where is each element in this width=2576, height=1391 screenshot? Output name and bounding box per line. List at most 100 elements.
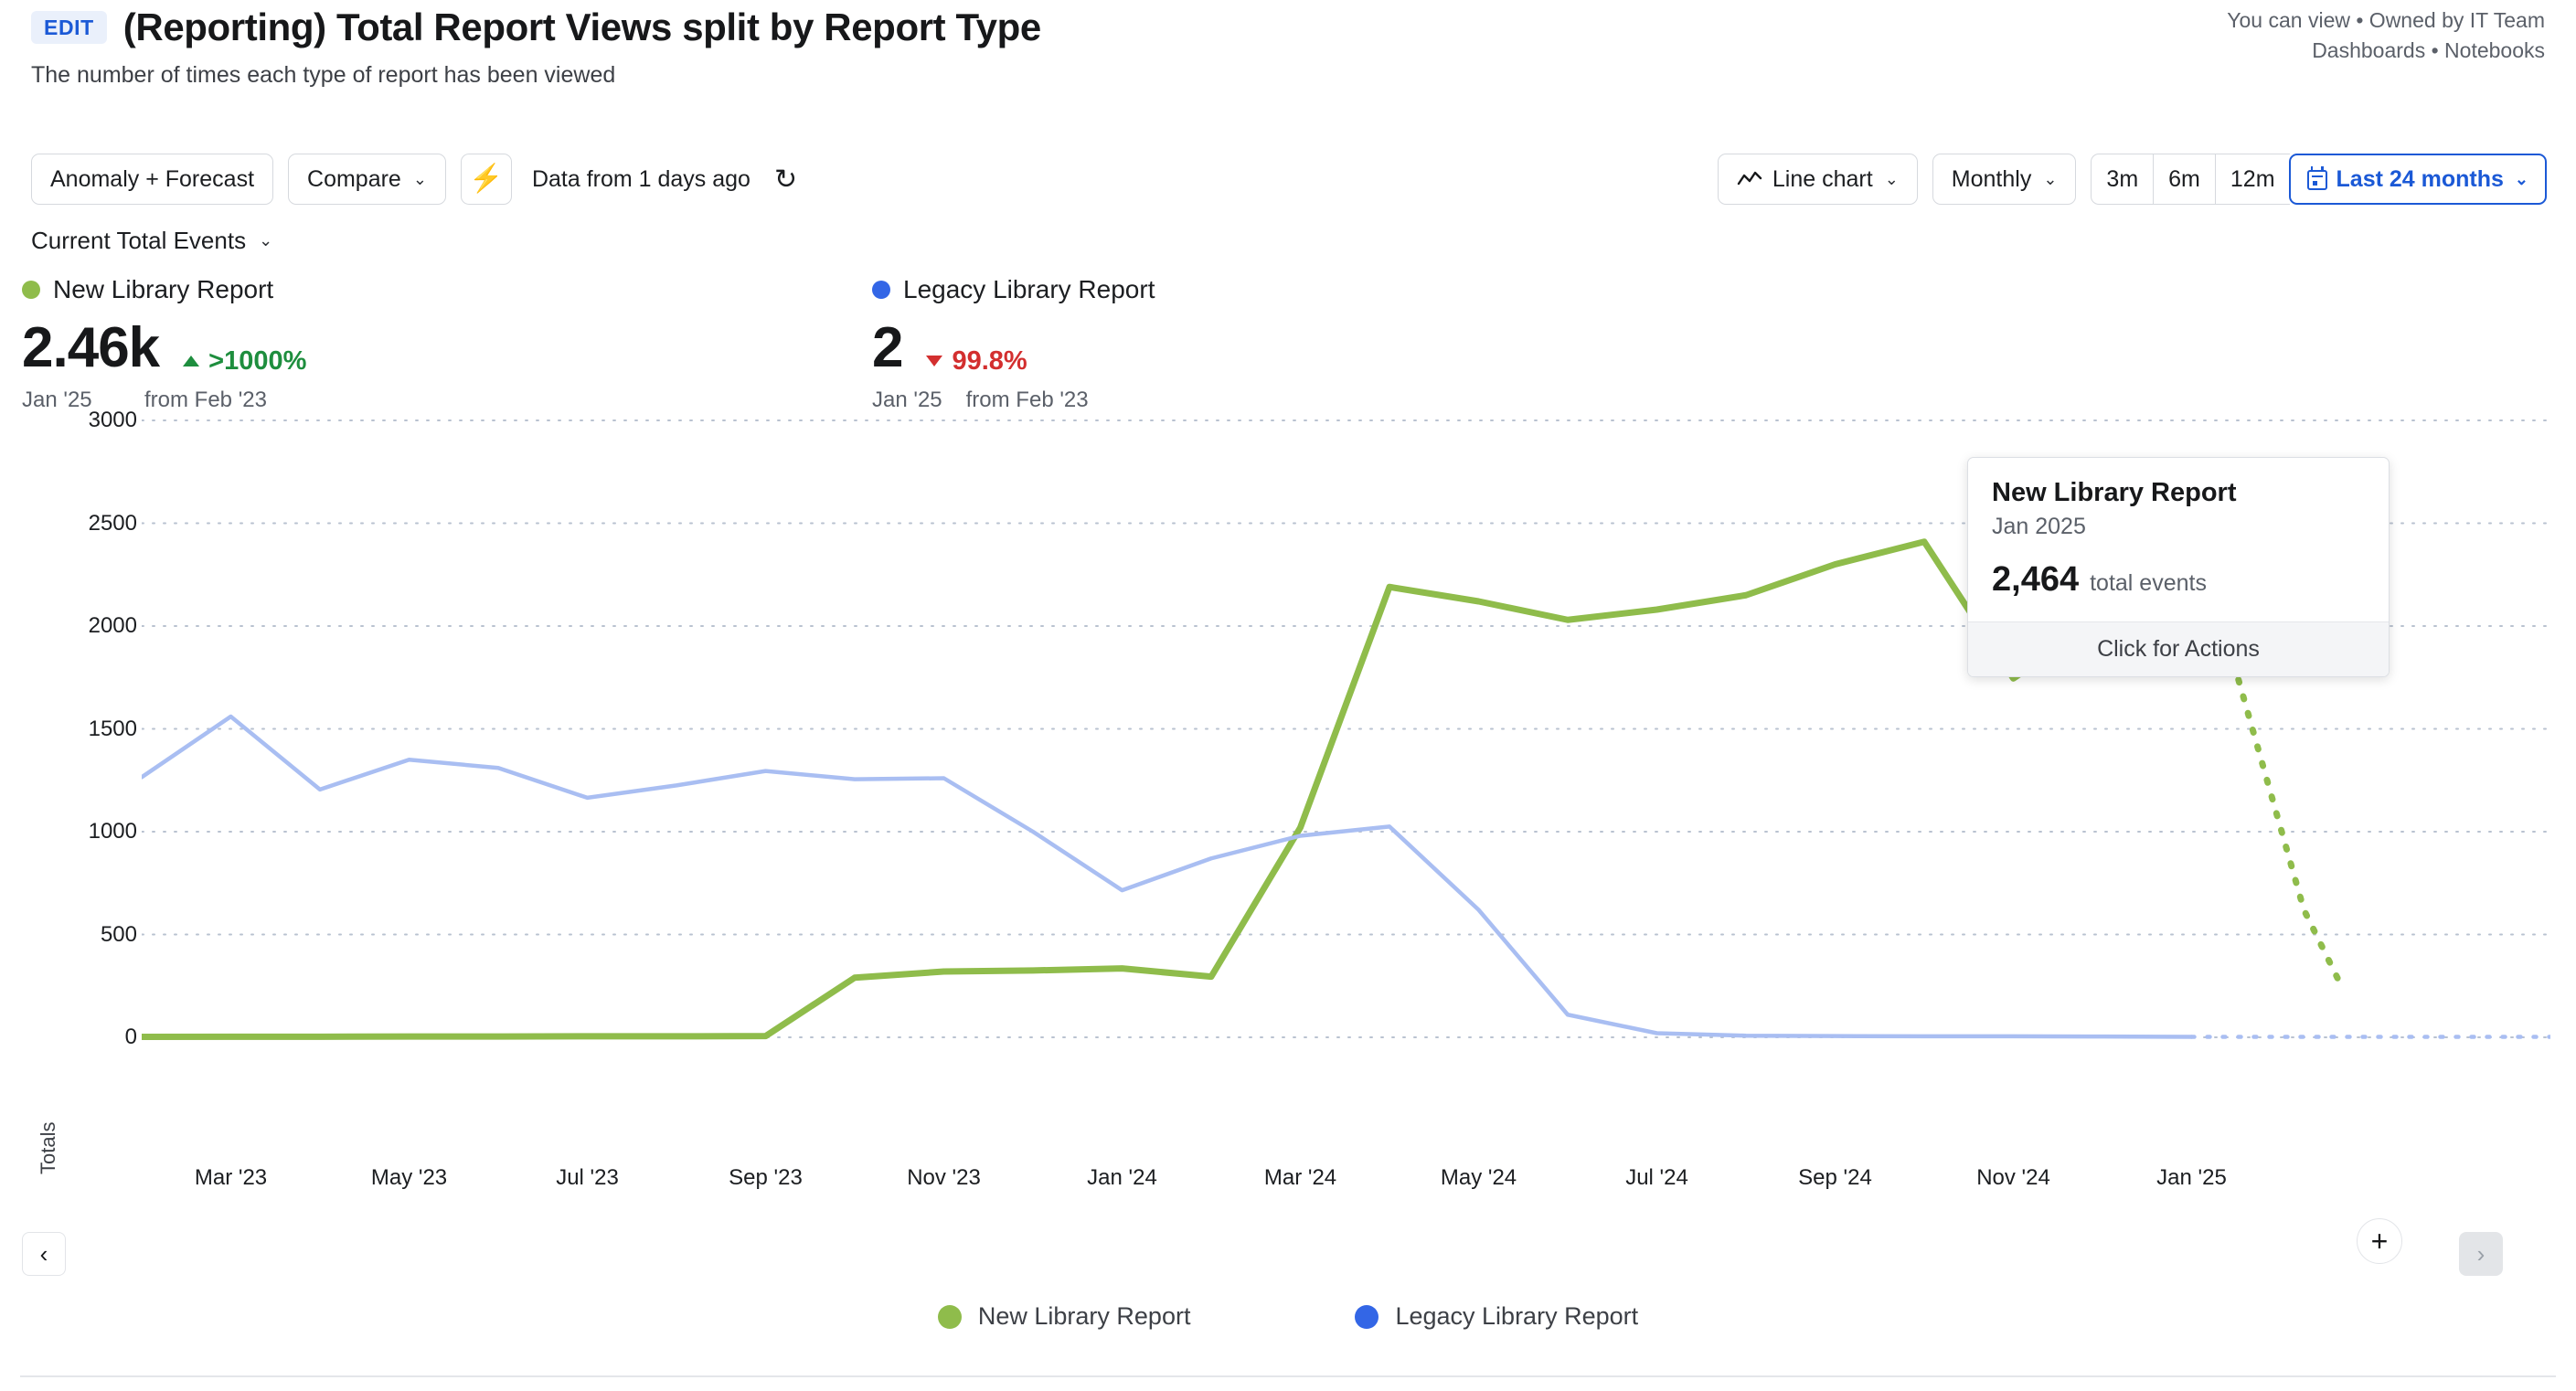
stat-header: Legacy Library Report [872,274,1155,305]
stat-series-name: Legacy Library Report [903,275,1155,303]
stat-compare-period: from Feb '23 [144,388,267,412]
chart-legend: New Library Report Legacy Library Report [0,1302,2576,1331]
series-color-dot [22,281,40,299]
permission-owner-line: You can view • Owned by IT Team [2227,8,2545,32]
y-axis-ticks: 0 500 1000 1500 2000 2500 3000 [18,408,137,1147]
x-axis-tick-label: Sep '24 [1798,1165,1872,1190]
header: EDIT (Reporting) Total Report Views spli… [0,0,2576,119]
stat-body: 2.46k >1000% [22,320,306,377]
stat-card: New Library Report 2.46k >1000% Jan '25 from… [22,274,306,413]
x-axis-tick-label: Jan '24 [1087,1165,1157,1190]
chart-tooltip: New Library Report Jan 2025 2,464 total … [1967,457,2390,677]
x-axis-tick-label: May '24 [1440,1165,1517,1190]
lightning-bolt-icon: ⚡ [469,164,504,194]
stat-delta: 99.8% [926,346,1027,377]
chevron-down-icon: ⌄ [412,169,427,188]
toolbar-right-group: Line chart ⌄ Monthly ⌄ 3m 6m 12m Last 24… [1717,154,2547,205]
range-3m-button[interactable]: 3m [2091,154,2154,205]
time-range-segmented-control: 3m 6m 12m Last 24 months ⌄ [2091,154,2547,205]
x-axis-tick-label: Mar '23 [194,1165,268,1190]
series-line [142,714,2194,1039]
stat-delta-value: 99.8% [952,345,1027,376]
x-axis-tick-label: Mar '24 [1263,1165,1337,1190]
chart-type-dropdown[interactable]: Line chart ⌄ [1717,154,1918,205]
compare-dropdown[interactable]: Compare ⌄ [288,154,446,205]
stat-card: Legacy Library Report 2 99.8% Jan '25 from F… [872,274,1155,413]
x-axis-tick-label: Nov '23 [907,1165,981,1190]
x-axis-ticks: Mar '23 May '23 Jul '23 Sep '23 Nov '23 Jan '… [142,1165,2550,1202]
anomaly-forecast-button[interactable]: Anomaly + Forecast [31,154,274,205]
x-axis-tick-label: Sep '23 [729,1165,803,1190]
data-freshness-label: Data from 1 days ago [531,165,750,192]
chevron-down-icon: ⌄ [2043,169,2058,188]
granularity-label: Monthly [1951,165,2032,192]
metric-dropdown[interactable]: Current Total Events ⌄ [31,227,272,255]
arrow-down-icon [926,356,943,366]
x-axis-tick-label: May '23 [370,1165,448,1190]
stat-delta-value: >1000% [208,345,307,376]
range-last-24-months-button[interactable]: Last 24 months ⌄ [2288,154,2547,205]
legend-item[interactable]: New Library Report [937,1302,1191,1331]
anomaly-forecast-label: Anomaly + Forecast [50,165,255,192]
refresh-icon[interactable]: ↻ [774,164,797,196]
y-axis-tick-label: 1000 [88,819,137,844]
tooltip-value: 2,464 [1992,560,2080,599]
legend-label: Legacy Library Report [1395,1302,1639,1330]
bottom-divider [20,1375,2556,1377]
series-color-dot [872,281,890,299]
toolbar: Anomaly + Forecast Compare ⌄ ⚡ Data from… [0,154,2576,210]
arrow-up-icon [183,356,200,366]
x-axis-tick-label: Jan '25 [2156,1165,2227,1190]
range-12m-button[interactable]: 12m [2214,154,2290,205]
stat-body: 2 99.8% [872,320,1155,377]
edit-button[interactable]: EDIT [31,11,107,44]
metric-label: Current Total Events [31,227,247,254]
legend-color-dot [1355,1304,1379,1329]
ownership-meta: You can view • Owned by IT Team Dashboar… [2227,5,2545,65]
stat-delta: >1000% [183,346,306,377]
dashboard-chart-panel: EDIT (Reporting) Total Report Views spli… [0,0,2576,1391]
chevron-down-icon: ⌄ [2514,169,2528,188]
chevron-down-icon: ⌄ [259,231,273,250]
granularity-dropdown[interactable]: Monthly ⌄ [1932,154,2077,205]
page-title: (Reporting) Total Report Views split by … [122,5,1041,48]
chevron-down-icon: ⌄ [1884,169,1899,188]
compare-label: Compare [307,165,401,192]
calendar-icon [2306,166,2327,190]
breadcrumb: Dashboards • Notebooks [2312,37,2545,62]
tooltip-body: New Library Report Jan 2025 2,464 total … [1968,458,2389,621]
tooltip-unit: total events [2090,570,2207,596]
range-6m-button[interactable]: 6m [2153,154,2215,205]
tooltip-value-row: 2,464 total events [1992,560,2365,600]
x-axis-tick-label: Jul '23 [556,1165,619,1190]
next-page-button: › [2459,1232,2503,1276]
line-chart-icon [1737,171,1762,186]
y-axis-tick-label: 500 [100,921,137,947]
previous-page-button[interactable]: ‹ [22,1232,66,1276]
lightning-bolt-button[interactable]: ⚡ [460,154,512,205]
toolbar-left-group: Anomaly + Forecast Compare ⌄ ⚡ Data from… [31,154,797,205]
y-axis-tick-label: 2000 [88,613,137,638]
legend-color-dot [937,1304,962,1329]
x-axis-tick-label: Jul '24 [1625,1165,1688,1190]
chart-type-label: Line chart [1772,165,1873,192]
y-axis-tick-label: 0 [124,1025,137,1049]
y-axis-tick-label: 2500 [88,510,137,536]
y-axis-tick-label: 1500 [88,716,137,741]
stat-compare-period: from Feb '23 [965,388,1089,412]
tooltip-actions-button[interactable]: Click for Actions [1968,621,2389,676]
stat-value: 2 [872,316,903,379]
series-line [142,527,2195,1041]
stat-period: Jan '25 [872,388,942,412]
tooltip-date: Jan 2025 [1992,514,2086,539]
range-active-label: Last 24 months [2336,165,2504,192]
add-button[interactable]: + [2357,1218,2402,1264]
legend-item[interactable]: Legacy Library Report [1355,1302,1638,1331]
page-subtitle: The number of times each type of report … [31,62,616,88]
stat-value: 2.46k [22,316,160,379]
stat-footer: Jan '25 from Feb '23 [872,388,1155,413]
x-axis-tick-label: Nov '24 [1976,1165,2050,1190]
legend-label: New Library Report [977,1302,1191,1330]
title-row: EDIT (Reporting) Total Report Views spli… [31,5,1041,49]
y-axis-tick-label: 3000 [88,408,137,432]
